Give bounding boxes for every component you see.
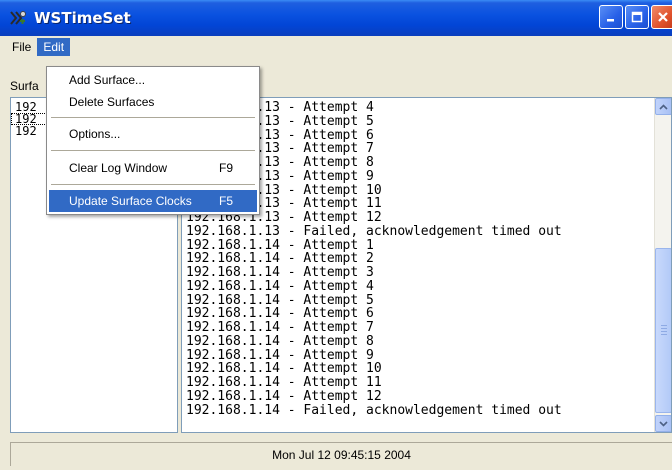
app-icon[interactable] xyxy=(8,8,28,28)
scroll-down-button[interactable] xyxy=(655,415,671,432)
status-datetime: Mon Jul 12 09:45:15 2004 xyxy=(272,447,411,462)
log-line: 192.168.1.14 - Attempt 5 xyxy=(186,292,374,308)
menu-edit[interactable]: Edit xyxy=(37,38,71,56)
status-bar: Mon Jul 12 09:45:15 2004 xyxy=(10,442,672,466)
menu-item-label: Delete Surfaces xyxy=(69,95,155,109)
minimize-icon xyxy=(607,19,614,22)
minimize-button[interactable] xyxy=(599,5,623,29)
log-line: 192.168.1.14 - Attempt 8 xyxy=(186,333,374,349)
menu-item-label: Update Surface Clocks xyxy=(69,194,192,208)
menu-item-update-surface-clocks[interactable]: Update Surface Clocks F5 xyxy=(49,190,257,212)
menu-item-shortcut: F5 xyxy=(219,194,234,208)
log-line: 192.168.1.14 - Attempt 1 xyxy=(186,237,374,253)
window-title: WSTimeSet xyxy=(34,9,131,27)
menu-item-label: Add Surface... xyxy=(69,73,146,87)
menu-item-delete-surfaces[interactable]: Delete Surfaces xyxy=(49,91,257,113)
chevron-down-icon xyxy=(659,420,668,427)
log-line: 192.168.1.14 - Attempt 2 xyxy=(186,251,374,267)
log-line: 192.168.1.14 - Attempt 3 xyxy=(186,265,374,280)
close-icon xyxy=(658,12,668,22)
menu-item-clear-log[interactable]: Clear Log Window F9 xyxy=(49,157,257,179)
menu-separator xyxy=(51,184,255,185)
log-line: 192.168.1.14 - Attempt 12 xyxy=(186,388,382,404)
menu-separator xyxy=(51,117,255,118)
title-bar[interactable]: WSTimeSet xyxy=(0,0,672,36)
surfaces-label: Surfa xyxy=(10,79,39,93)
log-line: 192.168.1.13 - Failed, acknowledgement t… xyxy=(186,223,562,239)
scroll-thumb[interactable] xyxy=(655,248,671,413)
log-scrollbar[interactable] xyxy=(654,98,671,432)
edit-menu-dropdown: Add Surface... Delete Surfaces Options..… xyxy=(46,66,260,215)
log-line: 192.168.1.14 - Attempt 11 xyxy=(186,375,382,390)
close-button[interactable] xyxy=(651,5,672,29)
log-line: 192.168.1.14 - Attempt 6 xyxy=(186,306,374,322)
menu-item-options[interactable]: Options... xyxy=(49,123,257,145)
maximize-button[interactable] xyxy=(625,5,649,29)
maximize-icon xyxy=(631,11,643,23)
menu-item-shortcut: F9 xyxy=(219,161,234,175)
log-line: 192.168.1.14 - Attempt 9 xyxy=(186,347,374,363)
log-line: 192.168.1.14 - Attempt 10 xyxy=(186,361,382,377)
scroll-up-button[interactable] xyxy=(655,98,671,115)
log-line: 192.168.1.14 - Failed, acknowledgement t… xyxy=(186,402,562,418)
menu-bar: File Edit xyxy=(0,36,672,58)
menu-item-label: Clear Log Window xyxy=(69,161,168,175)
log-line: 192.168.1.14 - Attempt 4 xyxy=(186,278,374,294)
menu-file[interactable]: File xyxy=(6,38,37,56)
menu-separator xyxy=(51,150,255,151)
menu-item-add-surface[interactable]: Add Surface... xyxy=(49,69,257,91)
menu-item-label: Options... xyxy=(69,127,121,141)
chevron-up-icon xyxy=(659,103,668,110)
log-line: 192.168.1.14 - Attempt 7 xyxy=(186,320,374,335)
